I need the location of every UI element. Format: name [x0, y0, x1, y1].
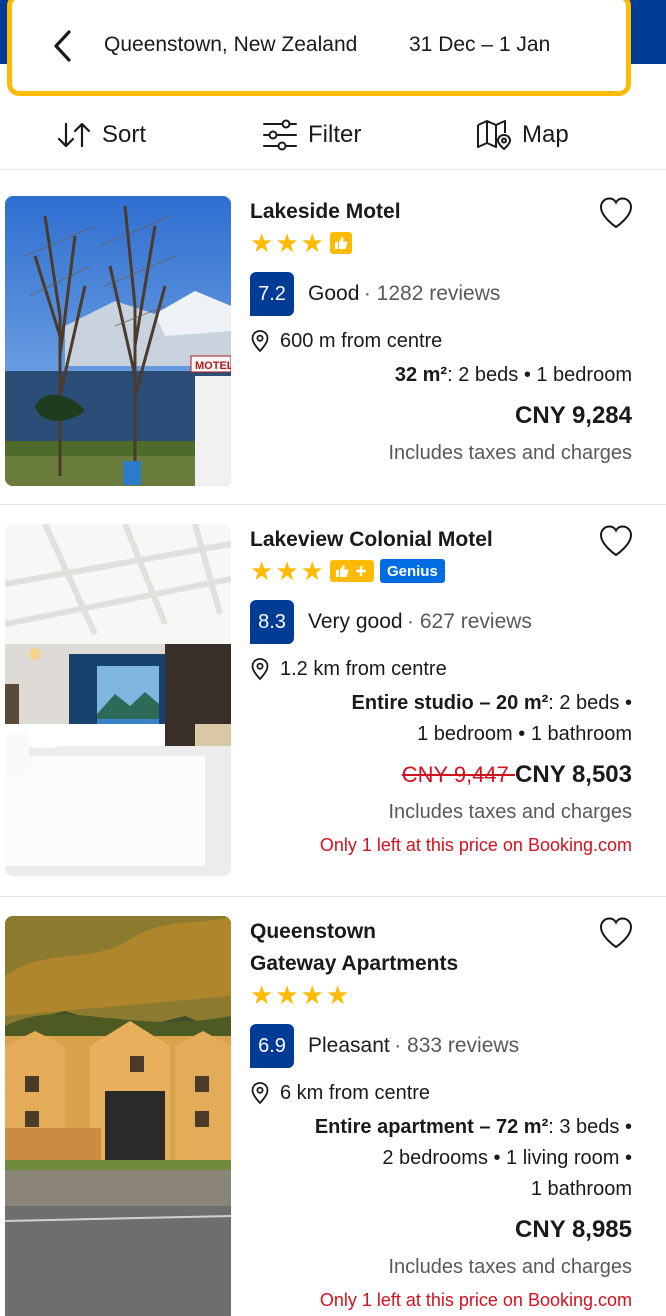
hotel-info: Lakeside Motel ★ ★ ★ 7.2 Good · 1282 rev… [250, 196, 632, 467]
hotel-info: Queenstown Gateway Apartments ★ ★ ★ ★ 6.… [250, 916, 632, 1313]
sort-icon [57, 122, 91, 148]
star-icon: ★ [300, 556, 324, 586]
unit-details: Entire apartment – 72 m²: 3 beds • 2 bed… [250, 1112, 632, 1205]
hotel-photo[interactable] [5, 524, 231, 876]
rating-label: Very good [308, 610, 403, 633]
star-icon: ★ [275, 556, 299, 586]
star-icon: ★ [300, 228, 324, 258]
review-score-badge: 6.9 [250, 1024, 294, 1068]
filter-icon [263, 119, 297, 151]
lakeview-photo-image [5, 524, 231, 876]
distance-text: 600 m from centre [280, 329, 443, 352]
hotel-name[interactable]: Lakeview Colonial Motel [250, 524, 632, 556]
price-row: CNY 9,447 CNY 8,503 [250, 758, 632, 792]
unit-size: 32 m² [394, 364, 448, 386]
rating-label: Pleasant [308, 1034, 390, 1057]
taxes-note: Includes taxes and charges [388, 442, 633, 464]
hotel-photo[interactable]: MOTEL [5, 196, 231, 486]
star-icon: ★ [325, 980, 350, 1010]
heart-icon[interactable] [598, 196, 634, 230]
star-rating: ★ ★ ★ Genius [250, 556, 632, 586]
unit-rooms: 2 bedrooms • 1 living room • [382, 1147, 632, 1169]
hotel-photo[interactable] [5, 916, 231, 1316]
price-row: CNY 8,985 [250, 1213, 632, 1247]
filter-label: Filter [308, 121, 362, 148]
filter-button[interactable]: Filter [262, 100, 361, 170]
availability-alert: Only 1 left at this price on Booking.com [319, 835, 632, 855]
unit-bathrooms: 1 bathroom [530, 1178, 632, 1200]
star-icon: ★ [250, 228, 274, 258]
review-score-row: 6.9 Pleasant · 833 reviews [250, 1024, 632, 1068]
hotel-name[interactable]: Queenstown Gateway Apartments [250, 916, 632, 980]
heart-icon[interactable] [598, 916, 634, 950]
price: CNY 8,985 [515, 1216, 632, 1243]
review-score-badge: 8.3 [250, 600, 294, 644]
unit-beds: : 2 beds • [548, 692, 632, 714]
unit-beds: : 2 beds • 1 bedroom [447, 364, 632, 386]
review-score-row: 8.3 Very good · 627 reviews [250, 600, 632, 644]
sort-button[interactable]: Sort [56, 100, 146, 170]
back-button[interactable] [46, 29, 80, 63]
hotel-name[interactable]: Lakeside Motel [250, 196, 632, 228]
star-icon: ★ [300, 980, 324, 1010]
review-count: · 833 reviews [394, 1034, 520, 1057]
unit-type: Entire apartment – 72 m² [314, 1116, 549, 1138]
unit-details: 32 m²: 2 beds • 1 bedroom [250, 360, 632, 391]
motel-sign-text: MOTEL [195, 360, 231, 372]
taxes-note: Includes taxes and charges [388, 801, 633, 823]
chevron-left-icon [54, 30, 71, 62]
price: CNY 9,284 [515, 402, 632, 429]
location-pin-icon [251, 1082, 269, 1105]
unit-beds: : 3 beds • [548, 1116, 632, 1138]
star-icon: ★ [250, 556, 274, 586]
header: Queenstown, New Zealand 31 Dec – 1 Jan [0, 0, 666, 100]
search-destination[interactable]: Queenstown, New Zealand [104, 33, 357, 57]
star-icon: ★ [275, 980, 299, 1010]
card-divider [0, 504, 666, 505]
distance-row: 6 km from centre [250, 1080, 632, 1106]
distance-text: 1.2 km from centre [280, 657, 447, 680]
map-label: Map [522, 121, 569, 148]
heart-icon[interactable] [598, 524, 634, 558]
hotel-name-line2: Gateway Apartments [250, 952, 459, 975]
unit-details: Entire studio – 20 m²: 2 beds • 1 bedroo… [250, 688, 632, 750]
thumbs-up-icon [329, 232, 352, 254]
hotel-info: Lakeview Colonial Motel ★ ★ ★ Genius 8.3… [250, 524, 632, 858]
hotel-name-line1: Queenstown [250, 920, 377, 943]
star-rating: ★ ★ ★ [250, 228, 632, 258]
availability-alert: Only 1 left at this price on Booking.com [319, 1290, 632, 1310]
unit-type: Entire studio – 20 m² [351, 692, 549, 714]
location-pin-icon [251, 330, 269, 353]
distance-row: 1.2 km from centre [250, 656, 632, 682]
rating-label: Good [308, 282, 360, 305]
search-box[interactable]: Queenstown, New Zealand 31 Dec – 1 Jan [7, 0, 631, 96]
map-icon [477, 120, 511, 150]
review-count: · 627 reviews [407, 610, 532, 633]
star-icon: ★ [275, 228, 299, 258]
original-price: CNY 9,447 [401, 762, 516, 787]
distance-text: 6 km from centre [280, 1081, 431, 1104]
review-score-badge: 7.2 [250, 272, 294, 316]
results-toolbar: Sort Filter Map [0, 100, 666, 170]
lakeside-photo-image: MOTEL [5, 196, 231, 486]
map-button[interactable]: Map [476, 100, 569, 170]
location-pin-icon [251, 658, 269, 681]
sort-label: Sort [102, 121, 147, 148]
card-divider [0, 896, 666, 897]
price-row: CNY 9,284 [250, 399, 632, 433]
search-dates[interactable]: 31 Dec – 1 Jan [409, 33, 550, 57]
unit-rooms: 1 bedroom • 1 bathroom [417, 723, 632, 745]
price: CNY 8,503 [515, 761, 632, 788]
genius-badge: Genius [379, 559, 445, 583]
gateway-photo-image [5, 916, 231, 1316]
taxes-note: Includes taxes and charges [388, 1256, 633, 1278]
review-count: · 1282 reviews [363, 282, 501, 305]
thumbs-up-plus-icon [329, 560, 374, 582]
star-rating: ★ ★ ★ ★ [250, 980, 632, 1010]
review-score-row: 7.2 Good · 1282 reviews [250, 272, 632, 316]
distance-row: 600 m from centre [250, 328, 632, 354]
star-icon: ★ [250, 980, 274, 1010]
